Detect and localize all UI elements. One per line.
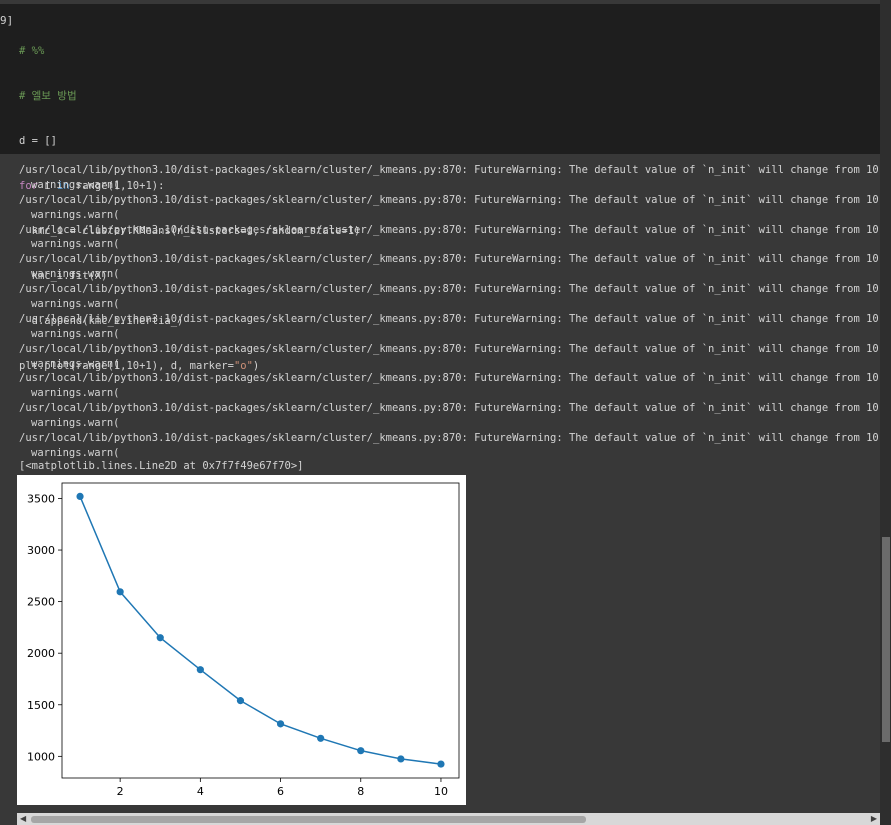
horizontal-scrollbar[interactable]: ◀ ▶ bbox=[17, 813, 880, 825]
warning-line: /usr/local/lib/python3.10/dist-packages/… bbox=[19, 223, 880, 236]
x-tick-label: 6 bbox=[277, 785, 284, 798]
line-chart: 1000 1500 2000 2500 3000 3500 2 4 6 8 10 bbox=[27, 482, 460, 798]
data-point bbox=[156, 634, 164, 642]
code-cell[interactable]: 9] # %% # 엘보 방법 d = [] for i in range(1,… bbox=[0, 4, 880, 372]
notebook-page: 9] # %% # 엘보 방법 d = [] for i in range(1,… bbox=[0, 0, 891, 825]
vertical-scrollbar-thumb[interactable] bbox=[882, 537, 890, 742]
data-point bbox=[76, 492, 84, 501]
warning-call-line: warnings.warn( bbox=[31, 417, 120, 430]
warning-call-line: warnings.warn( bbox=[31, 208, 120, 221]
scroll-left-icon[interactable]: ◀ bbox=[20, 814, 26, 823]
warning-call-line: warnings.warn( bbox=[31, 268, 120, 281]
code-line: d = [] bbox=[19, 135, 57, 147]
data-point bbox=[116, 588, 124, 596]
y-tick-label: 1500 bbox=[27, 699, 55, 712]
y-tick-label: 2000 bbox=[27, 647, 55, 660]
warning-line: /usr/local/lib/python3.10/dist-packages/… bbox=[19, 402, 880, 415]
x-tick-label: 4 bbox=[197, 785, 204, 798]
y-tick-label: 2500 bbox=[27, 596, 55, 609]
warning-call-line: warnings.warn( bbox=[31, 178, 120, 191]
warning-call-line: warnings.warn( bbox=[31, 298, 120, 311]
x-tick-label: 8 bbox=[357, 785, 364, 798]
warning-line: /usr/local/lib/python3.10/dist-packages/… bbox=[19, 253, 880, 266]
horizontal-scrollbar-thumb[interactable] bbox=[31, 816, 586, 823]
warning-line: /usr/local/lib/python3.10/dist-packages/… bbox=[19, 164, 880, 176]
code-line: # %% bbox=[19, 45, 45, 57]
plot-frame bbox=[61, 482, 460, 779]
warning-line: /usr/local/lib/python3.10/dist-packages/… bbox=[19, 193, 880, 206]
vertical-scrollbar[interactable] bbox=[880, 0, 891, 825]
warning-call-line: warnings.warn( bbox=[31, 327, 120, 340]
code-line: # 엘보 방법 bbox=[19, 90, 77, 102]
warning-line: /usr/local/lib/python3.10/dist-packages/… bbox=[19, 342, 880, 355]
data-point bbox=[236, 697, 245, 705]
warning-line: /usr/local/lib/python3.10/dist-packages/… bbox=[19, 372, 880, 385]
data-point bbox=[357, 747, 365, 755]
y-tick-label: 3000 bbox=[27, 544, 55, 557]
warning-line: /usr/local/lib/python3.10/dist-packages/… bbox=[19, 283, 880, 296]
data-point bbox=[437, 760, 445, 768]
stderr-output: /usr/local/lib/python3.10/dist-packages/… bbox=[19, 163, 880, 461]
data-point bbox=[317, 734, 325, 742]
y-tick-label: 1000 bbox=[27, 750, 55, 763]
warning-call-line: warnings.warn( bbox=[31, 446, 120, 459]
x-tick-label: 2 bbox=[117, 785, 124, 798]
plot-figure: 1000 1500 2000 2500 3000 3500 2 4 6 8 10 bbox=[17, 475, 466, 805]
series-line bbox=[79, 496, 442, 765]
y-tick-label: 3500 bbox=[27, 492, 55, 505]
warning-line: /usr/local/lib/python3.10/dist-packages/… bbox=[19, 312, 880, 325]
warning-line: /usr/local/lib/python3.10/dist-packages/… bbox=[19, 432, 880, 445]
warning-call-line: warnings.warn( bbox=[31, 357, 120, 370]
execution-count: 9] bbox=[0, 14, 14, 27]
data-point bbox=[196, 666, 204, 674]
output-repr: [<matplotlib.lines.Line2D at 0x7f7f49e67… bbox=[19, 460, 304, 472]
data-point bbox=[397, 755, 405, 763]
x-tick-label: 10 bbox=[434, 785, 448, 798]
warning-call-line: warnings.warn( bbox=[31, 238, 120, 251]
warning-call-line: warnings.warn( bbox=[31, 387, 120, 400]
data-point bbox=[276, 720, 285, 728]
scroll-right-icon[interactable]: ▶ bbox=[871, 814, 877, 823]
